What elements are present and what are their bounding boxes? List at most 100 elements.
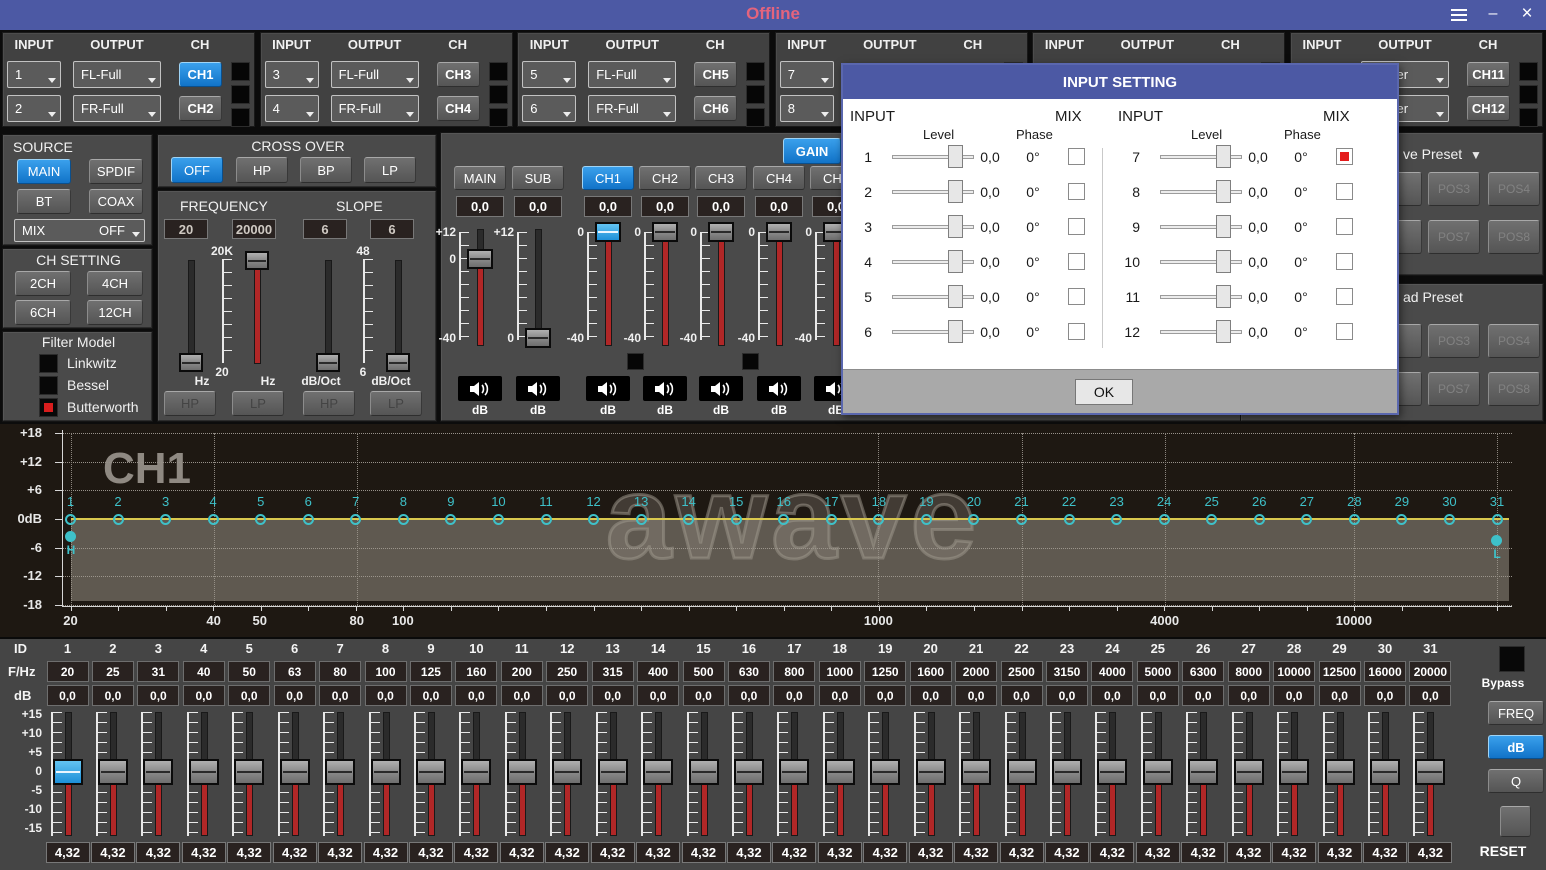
eq-slider-handle-25[interactable] [1143, 759, 1173, 785]
eq-point-14[interactable] [683, 514, 694, 525]
output-select[interactable]: FR-Full [331, 95, 419, 122]
table-freq-21[interactable]: 2000 [955, 661, 997, 682]
eq-value-16[interactable]: 4,32 [727, 842, 771, 863]
eq-value-19[interactable]: 4,32 [863, 842, 907, 863]
eq-point-31[interactable] [1492, 514, 1503, 525]
output-select[interactable]: FL-Full [73, 61, 161, 88]
dialog-mix-checkbox-11[interactable] [1336, 288, 1353, 305]
eq-slider-handle-11[interactable] [507, 759, 537, 785]
dialog-slider-handle[interactable] [1216, 145, 1231, 168]
eq-slider-handle-17[interactable] [779, 759, 809, 785]
eq-value-7[interactable]: 4,32 [318, 842, 362, 863]
gain-channel-button-ch1[interactable]: CH1 [582, 166, 634, 190]
gain-value-sub[interactable]: 0,0 [514, 196, 562, 217]
table-freq-5[interactable]: 50 [228, 661, 270, 682]
dialog-slider-handle[interactable] [948, 285, 963, 308]
eq-point-6[interactable] [303, 514, 314, 525]
eq-value-27[interactable]: 4,32 [1227, 842, 1271, 863]
eq-point-2[interactable] [113, 514, 124, 525]
reset-button[interactable] [1500, 806, 1531, 837]
load-preset-pos3[interactable]: POS3 [1428, 324, 1480, 358]
mute-button-ch4[interactable] [757, 376, 801, 401]
eq-point-5[interactable] [255, 514, 266, 525]
table-gain-5[interactable]: 0,0 [228, 685, 270, 706]
dialog-slider-handle[interactable] [948, 145, 963, 168]
eq-slider-handle-21[interactable] [961, 759, 991, 785]
table-gain-22[interactable]: 0,0 [1001, 685, 1043, 706]
dialog-mix-checkbox-10[interactable] [1336, 253, 1353, 270]
eq-slider-handle-7[interactable] [325, 759, 355, 785]
dialog-level-slider-3[interactable] [892, 215, 974, 239]
eq-point-9[interactable] [445, 514, 456, 525]
gain-link-checkbox[interactable] [742, 353, 759, 370]
table-gain-28[interactable]: 0,0 [1273, 685, 1315, 706]
eq-slider-handle-1[interactable] [53, 759, 83, 785]
eq-value-30[interactable]: 4,32 [1363, 842, 1407, 863]
ch-button-ch1[interactable]: CH1 [179, 62, 222, 87]
output-select[interactable]: FL-Full [588, 61, 676, 88]
eq-value-9[interactable]: 4,32 [409, 842, 453, 863]
eq-point-11[interactable] [541, 514, 552, 525]
crossover-freq-input[interactable]: 20 [164, 219, 208, 239]
eq-value-8[interactable]: 4,32 [364, 842, 408, 863]
table-freq-10[interactable]: 160 [455, 661, 497, 682]
dialog-level-slider-6[interactable] [892, 320, 974, 344]
eq-slider-handle-23[interactable] [1052, 759, 1082, 785]
table-freq-14[interactable]: 400 [637, 661, 679, 682]
gain-slider-track[interactable] [777, 230, 782, 345]
bypass-checkbox[interactable] [1499, 646, 1525, 672]
eq-slider-handle-27[interactable] [1234, 759, 1264, 785]
table-gain-29[interactable]: 0,0 [1319, 685, 1361, 706]
dialog-mix-checkbox-4[interactable] [1068, 253, 1085, 270]
crossover-mode-hp[interactable]: HP [236, 157, 288, 183]
dialog-mix-checkbox-2[interactable] [1068, 183, 1085, 200]
table-gain-12[interactable]: 0,0 [546, 685, 588, 706]
dialog-mix-checkbox-7[interactable] [1336, 148, 1353, 165]
eq-slider-handle-22[interactable] [1007, 759, 1037, 785]
dialog-level-slider-2[interactable] [892, 180, 974, 204]
table-freq-11[interactable]: 200 [501, 661, 543, 682]
gain-value-ch4[interactable]: 0,0 [755, 196, 803, 217]
dialog-slider-handle[interactable] [1216, 285, 1231, 308]
load-preset-pos8[interactable]: POS8 [1488, 372, 1540, 406]
table-gain-8[interactable]: 0,0 [365, 685, 407, 706]
gain-slider-handle-sub[interactable] [525, 328, 551, 348]
crossover-band-button-lp-3[interactable]: LP [370, 391, 422, 416]
table-freq-23[interactable]: 3150 [1046, 661, 1088, 682]
source-button-bt[interactable]: BT [17, 189, 71, 214]
eq-value-24[interactable]: 4,32 [1090, 842, 1134, 863]
gain-button[interactable]: GAIN [783, 138, 841, 164]
gain-value-ch1[interactable]: 0,0 [584, 196, 632, 217]
output-select[interactable]: FR-Full [588, 95, 676, 122]
eq-value-6[interactable]: 4,32 [273, 842, 317, 863]
dialog-level-slider-8[interactable] [1160, 180, 1242, 204]
mute-button-main[interactable] [458, 376, 502, 401]
crossover-freq-input[interactable]: 20000 [232, 219, 276, 239]
ch-button-ch12[interactable]: CH12 [1467, 96, 1510, 121]
eq-slider-handle-19[interactable] [870, 759, 900, 785]
crossover-band-button-hp-2[interactable]: HP [303, 391, 355, 416]
input-select-1[interactable]: 1 [7, 61, 61, 88]
eq-value-13[interactable]: 4,32 [591, 842, 635, 863]
eq-slider-handle-24[interactable] [1097, 759, 1127, 785]
input-select-3[interactable]: 3 [265, 61, 319, 88]
dialog-level-slider-11[interactable] [1160, 285, 1242, 309]
eq-value-20[interactable]: 4,32 [909, 842, 953, 863]
routing-link-checkbox[interactable] [489, 62, 508, 81]
eq-slider-handle-14[interactable] [643, 759, 673, 785]
dialog-mix-checkbox-1[interactable] [1068, 148, 1085, 165]
eq-point-20[interactable] [968, 514, 979, 525]
dialog-level-slider-12[interactable] [1160, 320, 1242, 344]
eq-point-3[interactable] [160, 514, 171, 525]
eq-value-28[interactable]: 4,32 [1272, 842, 1316, 863]
table-gain-9[interactable]: 0,0 [410, 685, 452, 706]
table-freq-7[interactable]: 80 [319, 661, 361, 682]
routing-link-checkbox[interactable] [489, 108, 508, 127]
input-select-5[interactable]: 5 [522, 61, 576, 88]
table-freq-15[interactable]: 500 [683, 661, 725, 682]
crossover-slider-track[interactable] [326, 261, 331, 363]
table-freq-22[interactable]: 2500 [1001, 661, 1043, 682]
table-freq-8[interactable]: 100 [365, 661, 407, 682]
gain-channel-button-ch3[interactable]: CH3 [695, 166, 747, 190]
routing-link-checkbox[interactable] [231, 108, 250, 127]
